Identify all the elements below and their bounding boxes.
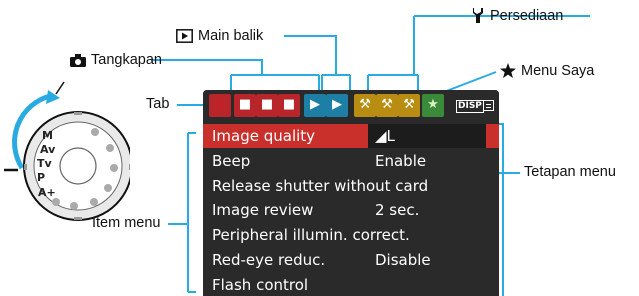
dial-center: [59, 147, 97, 185]
dial-mark-Tv: Tv: [37, 157, 53, 170]
playback-icon: ▶: [332, 97, 342, 112]
mymenu-label: Menu Saya: [521, 63, 595, 79]
camera-icon: ■: [282, 97, 296, 112]
tab-bar: ■ ■ ■ ■ ▶ ▶ ⚒ ⚒ ⚒ ★ DISP: [203, 90, 499, 121]
menu-item-row[interactable]: Release shutter without card: [203, 174, 499, 198]
tab-shoot-4[interactable]: ■: [278, 94, 300, 117]
star-icon: ★: [427, 97, 439, 112]
setup-label: Persediaan: [490, 8, 564, 24]
dial-pointer: [55, 81, 65, 95]
setup-callout: Persediaan: [473, 8, 563, 28]
tab-shoot-2[interactable]: ■: [234, 94, 256, 117]
tab-my-10[interactable]: ★: [422, 94, 444, 117]
camera-icon: ■: [213, 97, 227, 112]
playback-icon: [176, 29, 193, 48]
menu-item-value: 2 sec.: [375, 201, 420, 220]
tab-shoot-3[interactable]: ■: [256, 94, 278, 117]
mymenu-callout: Menu Saya: [500, 63, 594, 83]
menu-item-name: Red-eye reduc.: [212, 251, 326, 269]
tab-shoot-1[interactable]: ■: [209, 94, 231, 117]
menu-item-name: Image review: [212, 201, 314, 220]
menu-item-row[interactable]: Flash control: [203, 273, 499, 296]
item-bracket: [168, 132, 196, 293]
menu-diagram: Tangkapan Main balik Persediaan Menu Say…: [0, 0, 639, 296]
play-label: Main balik: [198, 28, 264, 44]
mode-dial: M Av Tv P A+: [4, 81, 130, 221]
dial-mark-Aplus: A+: [38, 186, 56, 199]
shoot-label: Tangkapan: [91, 52, 162, 68]
menu-item-name: Beep: [212, 151, 251, 170]
tab-play-6[interactable]: ▶: [326, 94, 348, 117]
wrench-icon: ⚒: [381, 97, 393, 112]
playback-icon: ▶: [310, 97, 320, 112]
disp-button-icon: DISP: [456, 100, 484, 113]
camera-lcd-screen: ■ ■ ■ ■ ▶ ▶ ⚒ ⚒ ⚒ ★ DISP Image quality ◢L Beep Enable…: [203, 90, 499, 296]
tab-play-5[interactable]: ▶: [304, 94, 326, 117]
wrench-icon: ⚒: [359, 97, 371, 112]
star-icon: [500, 63, 516, 83]
setting-callout: Tetapan menu: [524, 164, 616, 180]
tab-callout: Tab: [146, 96, 170, 112]
menu-item-name: Image quality: [212, 127, 316, 145]
dial-mark-P: P: [37, 171, 45, 184]
play-callout: Main balik: [176, 28, 263, 48]
camera-icon: ■: [260, 97, 274, 112]
menu-item-name: Peripheral illumin. correct.: [212, 226, 410, 245]
menu-display-icon: [483, 100, 494, 111]
tab-setup-9[interactable]: ⚒: [398, 94, 420, 117]
dial-mark-Av: Av: [40, 143, 56, 156]
menu-item-row[interactable]: Red-eye reduc. Disable: [203, 248, 499, 272]
menu-item-row[interactable]: Image quality ◢L: [203, 124, 499, 148]
menu-item-name: Flash control: [212, 275, 309, 294]
menu-item-value: Disable: [375, 251, 431, 269]
play-bracket: [284, 35, 351, 95]
shoot-callout: Tangkapan: [70, 52, 162, 72]
menu-item-value: Enable: [375, 151, 427, 170]
tab-setup-7[interactable]: ⚒: [354, 94, 376, 117]
dial-mark-M: M: [42, 129, 53, 142]
menu-item-name: Release shutter without card: [212, 176, 429, 195]
camera-icon: ■: [238, 97, 252, 112]
menu-item-row[interactable]: Peripheral illumin. correct.: [203, 223, 499, 247]
menu-item-row[interactable]: Beep Enable: [203, 149, 499, 173]
camera-icon: [70, 54, 86, 72]
tab-setup-8[interactable]: ⚒: [376, 94, 398, 117]
wrench-icon: ⚒: [403, 97, 415, 112]
menu-item-value: ◢L: [375, 127, 395, 145]
menu-item-row[interactable]: Image review 2 sec.: [203, 198, 499, 222]
wrench-icon: [473, 8, 485, 28]
